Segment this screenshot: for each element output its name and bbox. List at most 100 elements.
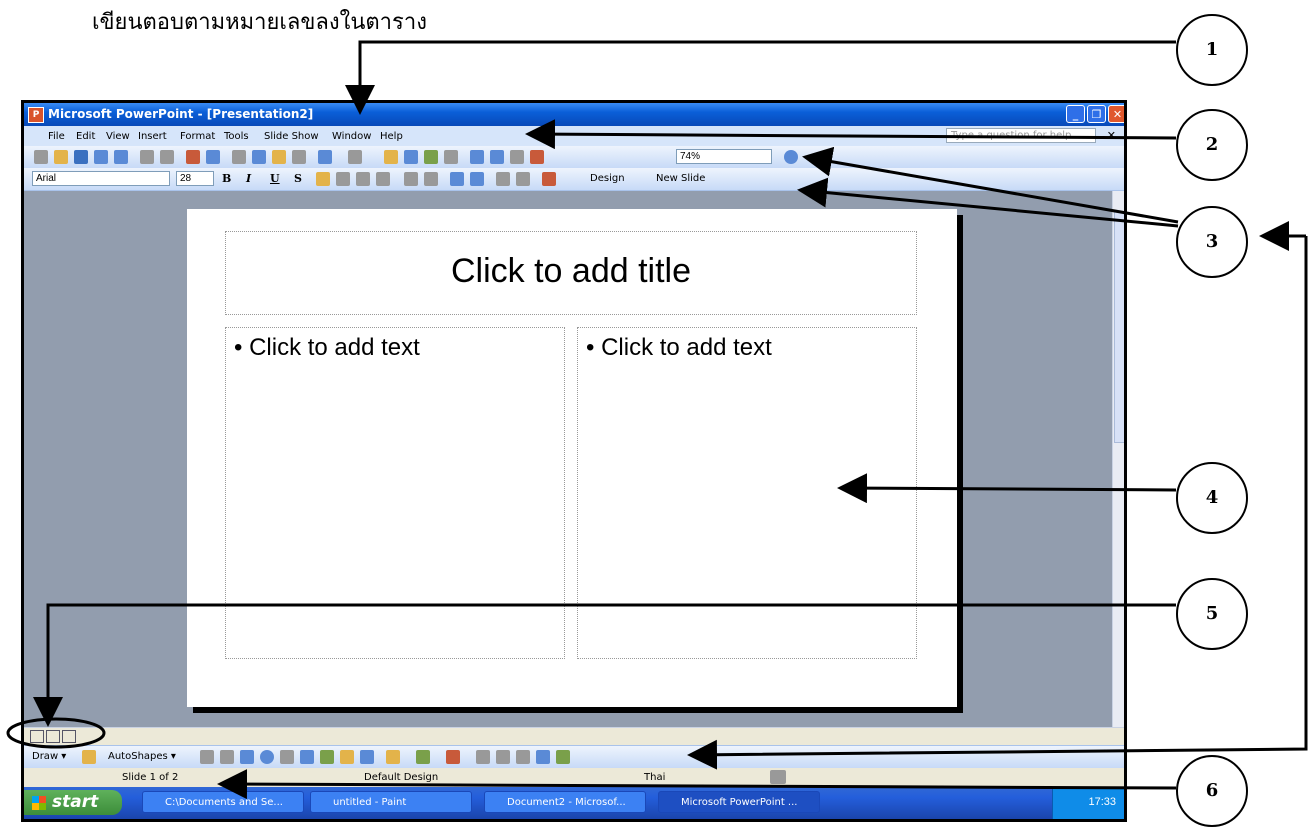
paste-icon[interactable]: [272, 150, 286, 164]
3d-style-icon[interactable]: [556, 750, 570, 764]
close-button[interactable]: ✕: [1108, 105, 1124, 123]
underline-button[interactable]: U: [270, 172, 280, 185]
menu-slide-show[interactable]: Slide Show: [264, 131, 319, 142]
grid-icon[interactable]: [510, 150, 524, 164]
draw-menu-button[interactable]: Draw ▾: [32, 751, 66, 762]
document-close-icon[interactable]: ✕: [1107, 129, 1116, 142]
text-box-icon[interactable]: [280, 750, 294, 764]
color-grayscale-icon[interactable]: [530, 150, 544, 164]
fill-color-icon[interactable]: [386, 750, 400, 764]
right-content-placeholder[interactable]: • Click to add text: [577, 327, 917, 659]
print-preview-icon[interactable]: [160, 150, 174, 164]
insert-table-icon[interactable]: [404, 150, 418, 164]
clock: 17:33: [1088, 796, 1116, 808]
vertical-scrollbar[interactable]: [1112, 191, 1124, 727]
increase-indent-icon[interactable]: [516, 172, 530, 186]
picture-icon[interactable]: [360, 750, 374, 764]
clip-art-icon[interactable]: [340, 750, 354, 764]
bullets-icon[interactable]: [424, 172, 438, 186]
font-color-icon[interactable]: [542, 172, 556, 186]
research-icon[interactable]: [206, 150, 220, 164]
autoshapes-menu-button[interactable]: AutoShapes ▾: [108, 751, 176, 762]
standard-toolbar: 74%: [24, 146, 1124, 169]
arrow-icon[interactable]: [220, 750, 234, 764]
taskbar-item-explorer[interactable]: C:\Documents and Se...: [142, 791, 304, 813]
print-icon[interactable]: [140, 150, 154, 164]
minimize-button[interactable]: _: [1066, 105, 1085, 123]
menu-window[interactable]: Window: [332, 131, 371, 142]
align-left-icon[interactable]: [316, 172, 330, 186]
slide-sorter-view-icon[interactable]: [46, 730, 60, 743]
title-bar: P Microsoft PowerPoint - [Presentation2]…: [24, 103, 1124, 126]
menu-view[interactable]: View: [106, 131, 130, 142]
redo-icon[interactable]: [348, 150, 362, 164]
align-right-icon[interactable]: [356, 172, 370, 186]
slide-canvas[interactable]: Click to add title • Click to add text •…: [187, 209, 957, 707]
normal-view-icon[interactable]: [30, 730, 44, 743]
callout-3: 3: [1176, 206, 1248, 278]
line-icon[interactable]: [200, 750, 214, 764]
menu-tools[interactable]: Tools: [224, 131, 249, 142]
new-slide-button[interactable]: New Slide: [656, 173, 705, 184]
taskbar-item-paint[interactable]: untitled - Paint: [310, 791, 472, 813]
maximize-button[interactable]: ❐: [1087, 105, 1106, 123]
zoom-select[interactable]: 74%: [676, 149, 772, 164]
shadow-style-icon[interactable]: [536, 750, 550, 764]
arrow-style-icon[interactable]: [516, 750, 530, 764]
numbering-icon[interactable]: [404, 172, 418, 186]
slide-show-view-icon[interactable]: [62, 730, 76, 743]
open-icon[interactable]: [54, 150, 68, 164]
select-objects-icon[interactable]: [82, 750, 96, 764]
design-button[interactable]: Design: [590, 173, 625, 184]
taskbar-item-word[interactable]: Document2 - Microsof...: [484, 791, 646, 813]
left-placeholder-text: • Click to add text: [234, 334, 420, 361]
help-icon[interactable]: [784, 150, 798, 164]
font-size-select[interactable]: 28: [176, 171, 214, 186]
callout-1: 1: [1176, 14, 1248, 86]
menu-help[interactable]: Help: [380, 131, 403, 142]
menu-file[interactable]: File: [48, 131, 65, 142]
dash-style-icon[interactable]: [496, 750, 510, 764]
bold-button[interactable]: B: [222, 172, 231, 185]
rectangle-icon[interactable]: [240, 750, 254, 764]
tables-borders-icon[interactable]: [424, 150, 438, 164]
shadow-button[interactable]: S: [294, 172, 302, 185]
increase-font-icon[interactable]: [450, 172, 464, 186]
system-tray: 17:33: [1052, 787, 1124, 819]
justify-icon[interactable]: [376, 172, 390, 186]
format-painter-icon[interactable]: [292, 150, 306, 164]
menu-edit[interactable]: Edit: [76, 131, 95, 142]
line-style-icon[interactable]: [476, 750, 490, 764]
left-content-placeholder[interactable]: • Click to add text: [225, 327, 565, 659]
cut-icon[interactable]: [232, 150, 246, 164]
expand-all-icon[interactable]: [470, 150, 484, 164]
spelling-icon[interactable]: [186, 150, 200, 164]
insert-chart-icon[interactable]: [384, 150, 398, 164]
menu-insert[interactable]: Insert: [138, 131, 167, 142]
diagram-icon[interactable]: [320, 750, 334, 764]
copy-icon[interactable]: [252, 150, 266, 164]
oval-icon[interactable]: [260, 750, 274, 764]
decrease-font-icon[interactable]: [470, 172, 484, 186]
help-search-input[interactable]: Type a question for help: [946, 128, 1096, 143]
start-label: start: [52, 792, 99, 812]
line-color-icon[interactable]: [416, 750, 430, 764]
wordart-icon[interactable]: [300, 750, 314, 764]
font-color-draw-icon[interactable]: [446, 750, 460, 764]
show-formatting-icon[interactable]: [490, 150, 504, 164]
email-icon[interactable]: [114, 150, 128, 164]
center-icon[interactable]: [336, 172, 350, 186]
save-icon[interactable]: [74, 150, 88, 164]
scrollbar-thumb[interactable]: [1114, 211, 1124, 443]
new-icon[interactable]: [34, 150, 48, 164]
start-button[interactable]: start: [24, 790, 122, 815]
taskbar-item-powerpoint[interactable]: Microsoft PowerPoint ...: [658, 791, 820, 813]
italic-button[interactable]: I: [246, 172, 251, 185]
undo-icon[interactable]: [318, 150, 332, 164]
font-select[interactable]: Arial: [32, 171, 170, 186]
title-placeholder[interactable]: Click to add title: [225, 231, 917, 315]
decrease-indent-icon[interactable]: [496, 172, 510, 186]
hyperlink-icon[interactable]: [444, 150, 458, 164]
menu-format[interactable]: Format: [180, 131, 215, 142]
permission-icon[interactable]: [94, 150, 108, 164]
